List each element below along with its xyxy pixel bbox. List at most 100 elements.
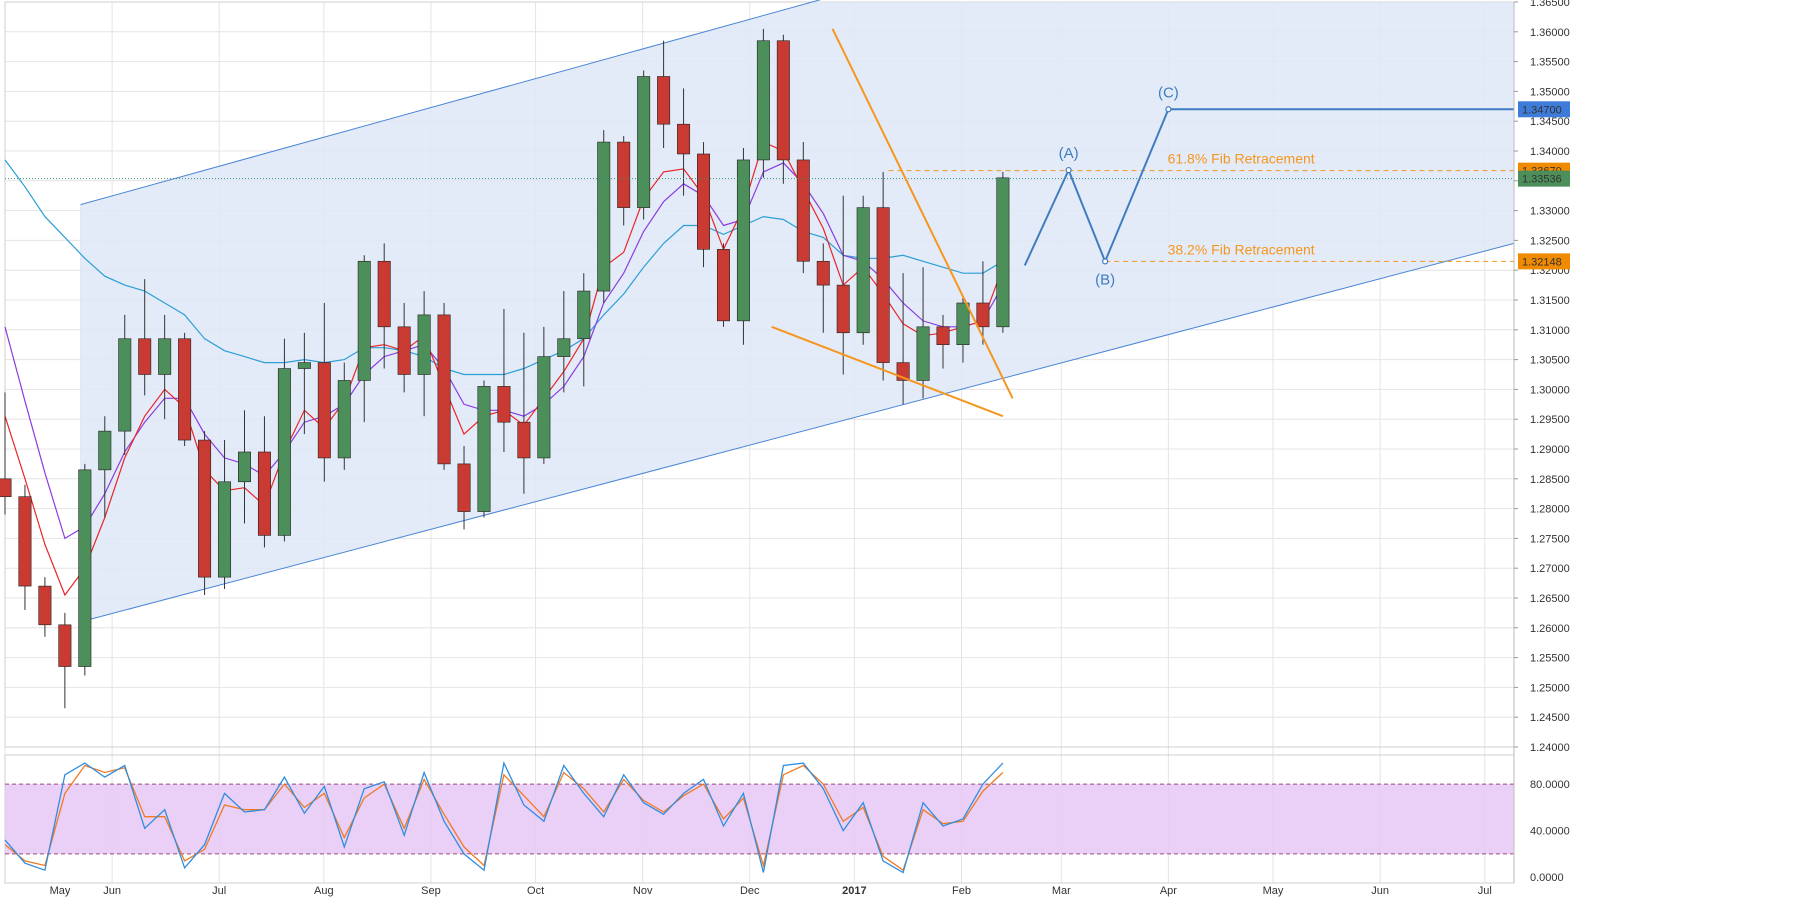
candle[interactable]	[98, 430, 112, 471]
candle[interactable]	[417, 314, 431, 375]
price-chart[interactable]: 61.8% Fib Retracement 38.2% Fib Retraceme…	[0, 0, 1820, 899]
y-tick-label: 1.26500	[1530, 593, 1570, 605]
fib-level-label: 38.2% Fib Retracement	[1168, 241, 1315, 257]
y-tick-label: 1.24000	[1530, 742, 1570, 754]
candle[interactable]	[497, 386, 511, 423]
price-badge-label: 1.34700	[1522, 104, 1562, 116]
candle[interactable]	[916, 326, 930, 381]
wave-label: (B)	[1095, 271, 1115, 288]
y-tick-label: 1.27000	[1530, 563, 1570, 575]
y-tick-label: 1.31000	[1530, 325, 1570, 337]
candle[interactable]	[876, 207, 890, 363]
stoch-tick-label: 40.0000	[1530, 826, 1570, 838]
stoch-tick-label: 0.0000	[1530, 872, 1564, 884]
candle[interactable]	[377, 260, 391, 328]
x-tick-label: Jun	[1371, 885, 1389, 897]
candle[interactable]	[617, 141, 631, 208]
wave-point[interactable]	[1102, 258, 1109, 265]
candle[interactable]	[776, 40, 790, 161]
candle[interactable]	[357, 260, 371, 381]
candle[interactable]	[238, 451, 251, 483]
price-badge-label: 1.32148	[1522, 256, 1562, 268]
y-tick-label: 1.35500	[1530, 57, 1570, 69]
y-tick-label: 1.36500	[1530, 0, 1570, 9]
candle[interactable]	[317, 362, 331, 459]
candle[interactable]	[956, 302, 970, 346]
price-badge-label: 1.33536	[1522, 174, 1562, 186]
candle[interactable]	[397, 326, 411, 375]
x-tick-label: Aug	[314, 885, 334, 897]
candle[interactable]	[58, 624, 72, 667]
y-tick-label: 1.24500	[1530, 712, 1570, 724]
candle[interactable]	[697, 153, 711, 250]
x-tick-label: Feb	[952, 885, 971, 897]
y-tick-label: 1.31500	[1530, 295, 1570, 307]
candle[interactable]	[517, 421, 531, 459]
candle[interactable]	[198, 439, 212, 578]
y-tick-label: 1.35000	[1530, 86, 1570, 98]
candle[interactable]	[736, 159, 750, 322]
candle[interactable]	[337, 380, 351, 459]
y-tick-label: 1.28500	[1530, 474, 1570, 486]
candle[interactable]	[277, 368, 291, 536]
stoch-band	[5, 784, 1514, 854]
candle[interactable]	[657, 76, 671, 125]
y-tick-label: 1.36000	[1530, 27, 1570, 39]
candle[interactable]	[637, 76, 651, 208]
x-tick-label: Jul	[1478, 885, 1492, 897]
candle[interactable]	[577, 290, 591, 340]
candle[interactable]	[856, 207, 870, 334]
x-tick-label: May	[50, 885, 71, 897]
candle[interactable]	[557, 338, 571, 357]
candle[interactable]	[936, 326, 950, 346]
candle[interactable]	[537, 356, 551, 459]
fib-level-label: 61.8% Fib Retracement	[1168, 151, 1315, 167]
candle[interactable]	[297, 362, 311, 369]
candle[interactable]	[218, 481, 232, 578]
wave-point[interactable]	[1165, 106, 1172, 113]
y-tick-label: 1.30000	[1530, 384, 1570, 396]
candle[interactable]	[477, 386, 491, 512]
candle[interactable]	[457, 463, 471, 512]
candle[interactable]	[836, 284, 850, 334]
x-tick-label: May	[1263, 885, 1284, 897]
y-tick-label: 1.25500	[1530, 653, 1570, 665]
candle[interactable]	[78, 469, 92, 667]
y-tick-label: 1.28000	[1530, 504, 1570, 516]
x-tick-label: Oct	[527, 885, 544, 897]
chart-window: 61.8% Fib Retracement 38.2% Fib Retraceme…	[0, 0, 1820, 899]
stoch-tick-label: 80.0000	[1530, 779, 1570, 791]
candle[interactable]	[597, 141, 611, 292]
candle[interactable]	[257, 451, 271, 536]
x-tick-label: Jul	[212, 885, 226, 897]
candle[interactable]	[677, 123, 691, 155]
x-tick-label: Dec	[740, 885, 760, 897]
candle[interactable]	[158, 338, 172, 375]
candle[interactable]	[716, 249, 730, 322]
x-tick-label: Jun	[103, 885, 121, 897]
candle[interactable]	[138, 338, 152, 375]
candle[interactable]	[18, 496, 32, 587]
candle[interactable]	[0, 478, 12, 497]
candle[interactable]	[816, 260, 830, 286]
y-tick-label: 1.26000	[1530, 623, 1570, 635]
y-tick-label: 1.34000	[1530, 146, 1570, 158]
candle[interactable]	[178, 338, 192, 441]
x-tick-label: Mar	[1052, 885, 1071, 897]
wave-label: (A)	[1059, 145, 1079, 162]
candle[interactable]	[996, 177, 1010, 328]
candle[interactable]	[437, 314, 451, 465]
y-tick-label: 1.32500	[1530, 235, 1570, 247]
y-tick-label: 1.25000	[1530, 682, 1570, 694]
candle[interactable]	[796, 159, 810, 262]
x-tick-label: Apr	[1160, 885, 1177, 897]
candle[interactable]	[38, 585, 52, 626]
wave-point[interactable]	[1065, 166, 1072, 174]
x-tick-label: Sep	[421, 885, 441, 897]
candle[interactable]	[118, 338, 132, 432]
y-tick-label: 1.33000	[1530, 206, 1570, 218]
y-tick-label: 1.27500	[1530, 533, 1570, 545]
candle[interactable]	[976, 302, 990, 328]
candle[interactable]	[756, 40, 770, 161]
y-tick-label: 1.29000	[1530, 444, 1570, 456]
